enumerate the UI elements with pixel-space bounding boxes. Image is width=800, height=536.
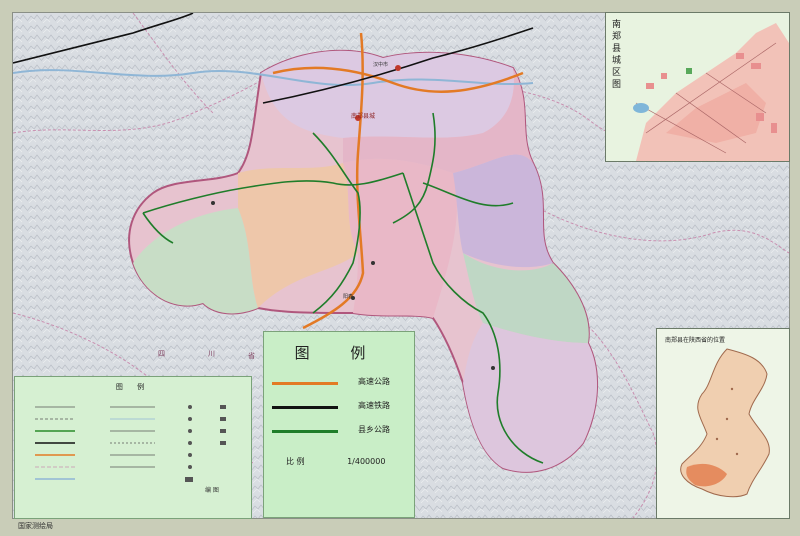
scale-label: 比 例 — [286, 457, 305, 466]
main-city-label: 南郑县城 — [351, 113, 376, 120]
footer-credit: 国家测绘局 — [18, 522, 53, 530]
inset-location-title: 南郑县在陕西省的位置 — [665, 337, 726, 344]
county-road-swatch — [272, 430, 338, 433]
expressway-swatch — [272, 382, 338, 385]
legend-label-expressway: 高速公路 — [358, 377, 390, 386]
city-label-south: 阳春 — [343, 294, 354, 300]
region-label-chuan: 川 — [208, 350, 215, 358]
legend-small: 图 例 编 图 — [14, 376, 252, 519]
region-label-sheng: 省 — [248, 352, 255, 360]
legend-label-railway: 高速铁路 — [358, 401, 390, 410]
inset-city-map[interactable]: 南郑县城区图 — [605, 12, 790, 162]
inset-location-map[interactable]: 南郑县在陕西省的位置 — [656, 328, 790, 519]
legend-panel: 图 例 高速公路 高速铁路 县乡公路 比 例 1/400000 — [263, 331, 415, 518]
inset-city-canvas — [606, 13, 789, 161]
inset-location-canvas — [657, 329, 789, 518]
legend-title: 图 例 — [294, 344, 384, 362]
region-label-si: 四 — [158, 350, 165, 358]
railway-swatch — [272, 406, 338, 409]
legend-label-county-road: 县乡公路 — [358, 425, 390, 434]
city-label-hanzhong: 汉中市 — [373, 62, 389, 68]
legend-item-expressway: 高速公路 — [272, 376, 408, 390]
legend-small-title2: 编 图 — [205, 487, 219, 494]
scale-value: 1/400000 — [347, 457, 386, 466]
inset-city-title: 南郑县城区图 — [612, 20, 622, 90]
legend-item-railway: 高速铁路 — [272, 400, 408, 414]
legend-small-symbols — [35, 405, 226, 482]
scale-row: 比 例 1/400000 — [286, 456, 385, 467]
legend-item-county-road: 县乡公路 — [272, 424, 408, 438]
